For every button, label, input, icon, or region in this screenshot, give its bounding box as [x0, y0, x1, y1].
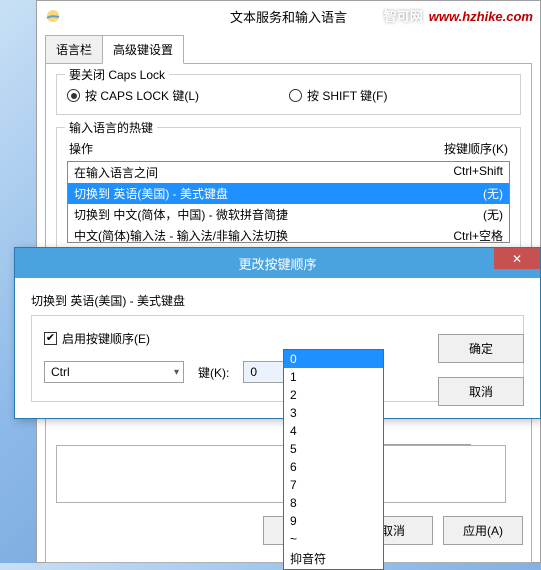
hotkeys-list[interactable]: 在输入语言之间 Ctrl+Shift 切换到 英语(美国) - 美式键盘 (无)…: [67, 161, 510, 243]
list-item[interactable]: 中文(简体)输入法 - 输入法/非输入法切换 Ctrl+空格: [68, 225, 509, 243]
close-button[interactable]: ✕: [494, 248, 540, 269]
radio-caps-lock[interactable]: 按 CAPS LOCK 键(L): [67, 87, 199, 104]
list-item[interactable]: 在输入语言之间 Ctrl+Shift: [68, 162, 509, 183]
tab-strip: 语言栏 高级键设置: [45, 35, 532, 64]
win2-titlebar: 更改按键顺序 ✕: [15, 248, 540, 278]
watermark-url: www.hzhike.com: [429, 9, 533, 24]
caps-legend: 要关闭 Caps Lock: [65, 66, 169, 83]
dropdown-option[interactable]: 抑音符: [284, 548, 383, 569]
win2-cancel-button[interactable]: 取消: [438, 377, 524, 406]
dropdown-option[interactable]: 0: [284, 350, 383, 368]
watermark: 智可网 www.hzhike.com: [384, 6, 533, 25]
hotkeys-legend: 输入语言的热键: [65, 119, 157, 136]
win2-ok-button[interactable]: 确定: [438, 334, 524, 363]
dropdown-option[interactable]: 2: [284, 386, 383, 404]
dropdown-option[interactable]: 6: [284, 458, 383, 476]
checkbox-icon: ✔: [44, 332, 57, 345]
hotkeys-group: 输入语言的热键 操作 按键顺序(K) 在输入语言之间 Ctrl+Shift 切换…: [56, 127, 521, 258]
window-icon: [45, 8, 61, 24]
enable-label: 启用按键顺序(E): [62, 330, 150, 347]
dropdown-option[interactable]: 9: [284, 512, 383, 530]
caps-lock-group: 要关闭 Caps Lock 按 CAPS LOCK 键(L) 按 SHIFT 键…: [56, 74, 521, 115]
radio-shift-label: 按 SHIFT 键(F): [307, 87, 387, 104]
tab-advanced-keys[interactable]: 高级键设置: [102, 35, 184, 64]
key-dropdown-list[interactable]: 0 1 2 3 4 5 6 7 8 9 ~ 抑音符: [283, 349, 384, 570]
win2-title: 更改按键顺序: [61, 254, 494, 273]
dropdown-option[interactable]: 3: [284, 404, 383, 422]
radio-dot-icon: [67, 89, 80, 102]
chevron-down-icon: ▾: [174, 367, 179, 378]
win2-subtitle: 切换到 英语(美国) - 美式键盘: [31, 292, 524, 309]
col-keys: 按键顺序(K): [444, 140, 508, 157]
radio-shift[interactable]: 按 SHIFT 键(F): [289, 87, 387, 104]
dropdown-option[interactable]: 4: [284, 422, 383, 440]
watermark-text: 智可网: [384, 6, 423, 25]
radio-caps-label: 按 CAPS LOCK 键(L): [85, 87, 199, 104]
tab-language-bar[interactable]: 语言栏: [45, 35, 103, 64]
dropdown-option[interactable]: 5: [284, 440, 383, 458]
radio-dot-icon: [289, 89, 302, 102]
dropdown-option[interactable]: 8: [284, 494, 383, 512]
key-label: 键(K):: [198, 364, 229, 381]
lower-textarea[interactable]: [56, 445, 506, 503]
modifier-value: Ctrl: [51, 365, 70, 379]
list-item[interactable]: 切换到 英语(美国) - 美式键盘 (无): [68, 183, 509, 204]
key-value: 0: [250, 365, 257, 379]
dropdown-option[interactable]: 1: [284, 368, 383, 386]
close-icon: ✕: [512, 252, 522, 266]
change-key-sequence-dialog: 更改按键顺序 ✕ 切换到 英语(美国) - 美式键盘 ✔ 启用按键顺序(E) C…: [14, 247, 541, 419]
col-action: 操作: [69, 140, 93, 157]
win1-apply-button[interactable]: 应用(A): [443, 516, 523, 545]
modifier-combo[interactable]: Ctrl ▾: [44, 361, 184, 383]
dropdown-option[interactable]: 7: [284, 476, 383, 494]
dropdown-option[interactable]: ~: [284, 530, 383, 548]
list-item[interactable]: 切换到 中文(简体，中国) - 微软拼音简捷 (无): [68, 204, 509, 225]
